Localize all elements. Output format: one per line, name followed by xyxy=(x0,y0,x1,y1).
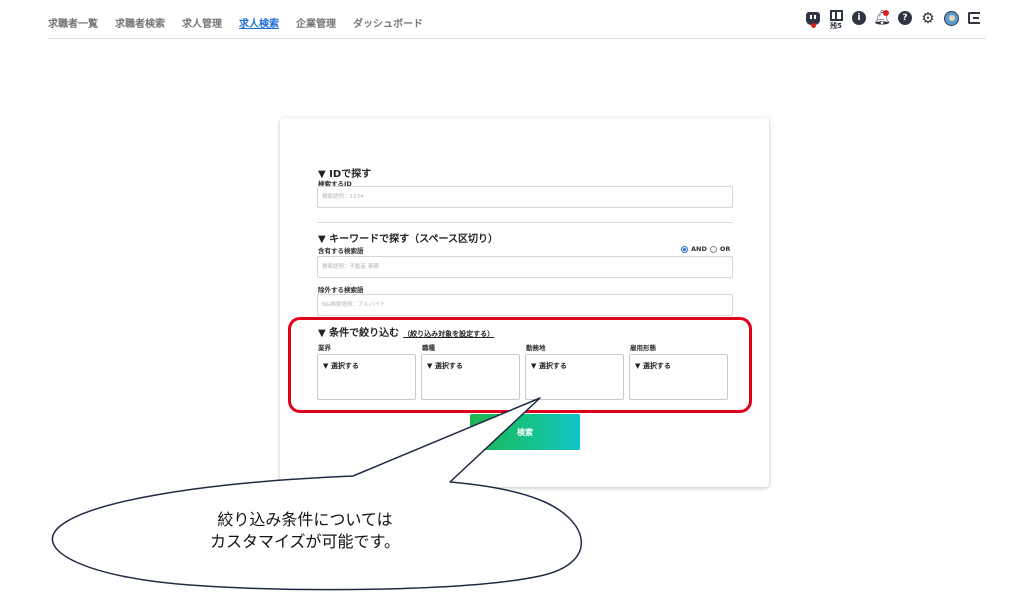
search-card: ▼ IDで探す 検索するID 検索語例：1234 ▼ キーワードで探す（スペース… xyxy=(280,118,769,487)
grid-count: 残5 xyxy=(830,22,842,30)
filter-label-employment-type: 雇用形態 xyxy=(630,344,656,352)
include-label: 含有する検索語 xyxy=(318,247,364,255)
filter-label-industry: 業界 xyxy=(318,344,331,352)
divider xyxy=(317,222,733,223)
and-or-toggle: AND OR xyxy=(681,245,730,253)
or-radio[interactable] xyxy=(709,245,717,253)
info-icon[interactable]: i xyxy=(851,9,867,27)
occupation-select[interactable]: ▼ 選択する xyxy=(421,354,520,400)
callout-line-1: 絞り込み条件については xyxy=(217,510,393,529)
bell-icon[interactable]: 🔔︎ xyxy=(873,9,891,27)
keyword-section-title: ▼ キーワードで探す（スペース区切り） xyxy=(318,234,498,245)
include-keyword-input[interactable]: 検索語例：不動産 事務 xyxy=(317,256,733,278)
or-label: OR xyxy=(719,245,731,253)
nav-links: 求職者一覧 求職者検索 求人管理 求人検索 企業管理 ダッシュボード xyxy=(48,15,423,30)
help-icon[interactable]: ? xyxy=(897,9,913,27)
nav-link-job-search[interactable]: 求人検索 xyxy=(239,15,279,30)
filter-section-title: ▼ 条件で絞り込む xyxy=(318,328,400,339)
grid-icon[interactable]: 残5 xyxy=(828,9,844,30)
callout-text: 絞り込み条件については カスタマイズが可能です。 xyxy=(150,509,460,553)
top-nav: 求職者一覧 求職者検索 求人管理 求人検索 企業管理 ダッシュボード 残5 i … xyxy=(48,0,986,39)
location-select-label: ▼ 選択する xyxy=(531,362,567,370)
and-label: AND xyxy=(691,245,707,253)
nav-link-jobseeker-list[interactable]: 求職者一覧 xyxy=(48,15,98,30)
nav-link-company-management[interactable]: 企業管理 xyxy=(296,15,336,30)
occupation-select-label: ▼ 選択する xyxy=(427,362,463,370)
employment-type-select[interactable]: ▼ 選択する xyxy=(629,354,728,400)
filter-label-occupation: 職種 xyxy=(422,344,435,352)
filter-label-location: 勤務地 xyxy=(526,344,546,352)
page: 求職者一覧 求職者検索 求人管理 求人検索 企業管理 ダッシュボード 残5 i … xyxy=(0,0,1034,595)
nav-link-dashboard[interactable]: ダッシュボード xyxy=(353,15,423,30)
location-select[interactable]: ▼ 選択する xyxy=(525,354,624,400)
gear-icon[interactable]: ⚙ xyxy=(920,9,936,27)
logout-icon[interactable] xyxy=(966,9,982,27)
filter-settings-link[interactable]: （絞り込み対象を設定する） xyxy=(403,329,494,339)
nav-link-jobseeker-search[interactable]: 求職者検索 xyxy=(115,15,165,30)
filter-section-header: ▼ 条件で絞り込む （絞り込み対象を設定する） xyxy=(318,324,494,339)
exclude-label: 除外する検索語 xyxy=(318,286,364,294)
twitch-icon[interactable] xyxy=(805,9,821,28)
callout-line-2: カスタマイズが可能です。 xyxy=(210,532,400,551)
nav-link-job-management[interactable]: 求人管理 xyxy=(182,15,222,30)
exclude-keyword-input[interactable]: NG検索語例：アルバイト xyxy=(317,294,733,316)
nav-icons: 残5 i 🔔︎ ? ⚙ xyxy=(805,9,982,30)
industry-select-label: ▼ 選択する xyxy=(323,362,359,370)
search-button[interactable]: 検索 xyxy=(470,414,580,450)
and-radio[interactable] xyxy=(681,245,688,253)
avatar[interactable] xyxy=(943,9,959,27)
industry-select[interactable]: ▼ 選択する xyxy=(317,354,416,400)
id-input[interactable]: 検索語例：1234 xyxy=(317,186,733,208)
employment-type-select-label: ▼ 選択する xyxy=(635,362,671,370)
